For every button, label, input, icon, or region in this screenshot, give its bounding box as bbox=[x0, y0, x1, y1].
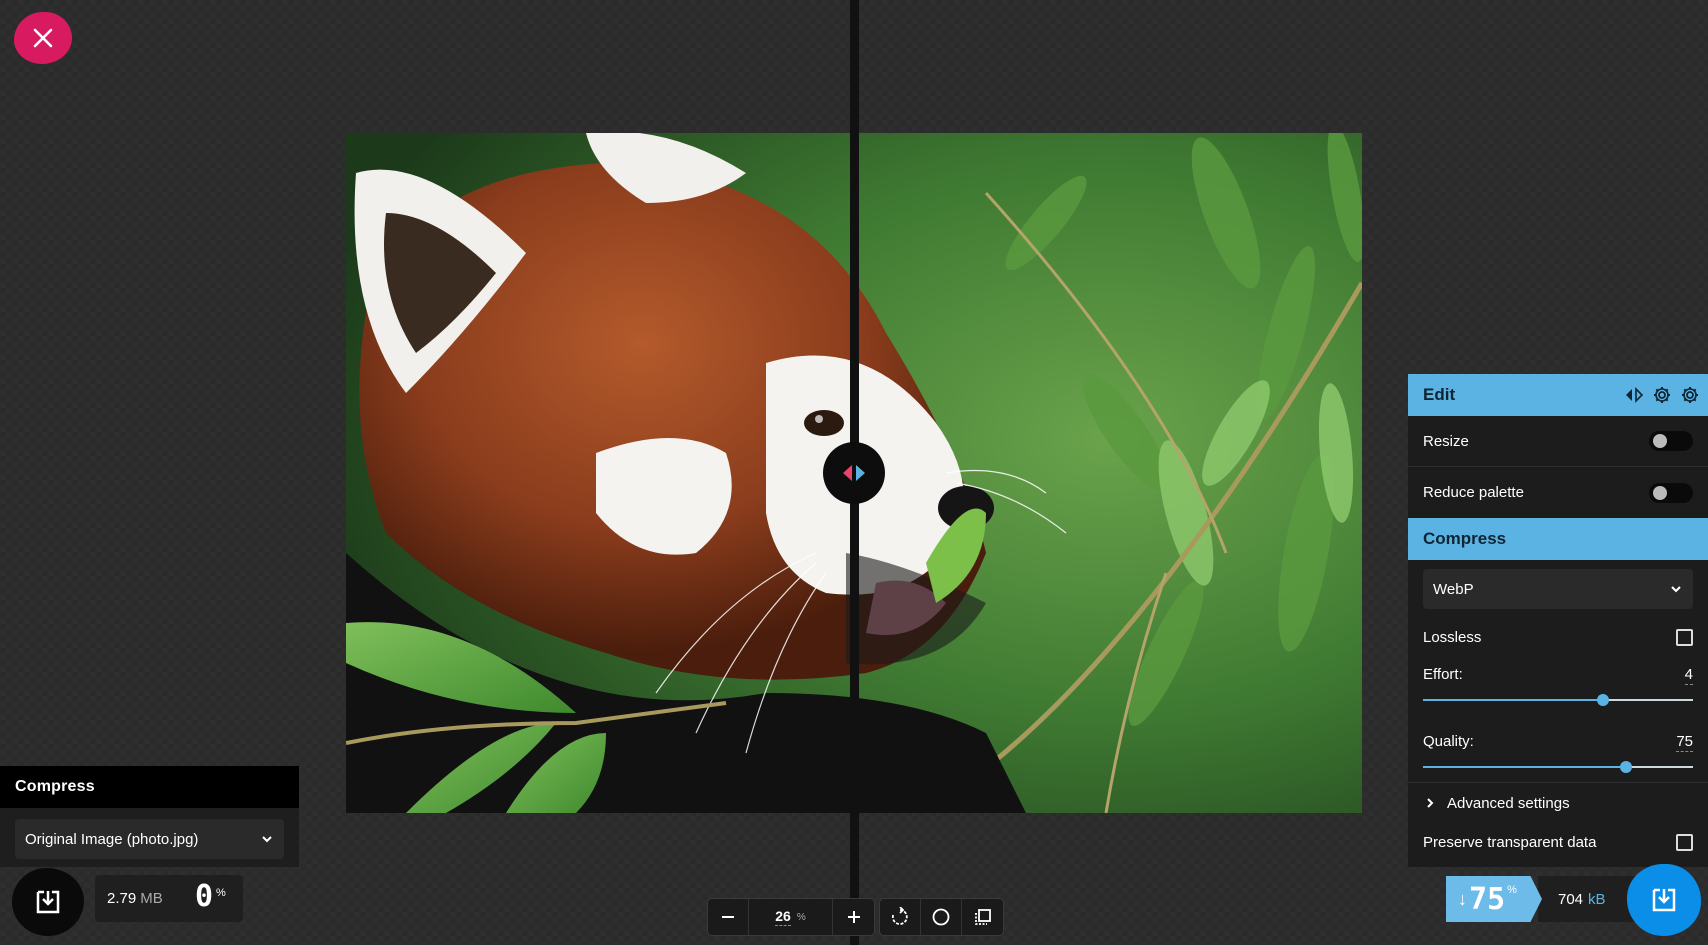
quality-slider-fill bbox=[1423, 766, 1626, 768]
compare-arrows-icon[interactable] bbox=[1624, 385, 1644, 405]
zoom-in-button[interactable] bbox=[833, 899, 874, 935]
compare-handle[interactable] bbox=[823, 442, 885, 504]
zoom-level[interactable]: 26 % bbox=[749, 899, 833, 935]
resize-row: Resize bbox=[1408, 416, 1708, 467]
close-icon bbox=[33, 28, 53, 48]
original-size-unit: MB bbox=[140, 890, 163, 907]
chevron-right-icon bbox=[1427, 798, 1434, 808]
effort-slider-thumb[interactable] bbox=[1597, 694, 1609, 706]
plus-icon bbox=[847, 911, 860, 923]
gear-icon[interactable] bbox=[1680, 385, 1700, 405]
rotate-icon bbox=[891, 907, 908, 925]
zoom-controls: 26 % bbox=[707, 898, 875, 936]
effort-value[interactable]: 4 bbox=[1684, 666, 1693, 685]
zoom-toolbar: 26 % bbox=[707, 898, 1004, 936]
zoom-value: 26 bbox=[775, 908, 791, 926]
compressed-size-value: 704 bbox=[1558, 890, 1584, 908]
advanced-settings-row[interactable]: Advanced settings bbox=[1408, 783, 1708, 823]
effort-slider-fill bbox=[1423, 699, 1603, 701]
zoom-unit: % bbox=[796, 911, 806, 923]
original-size-info: 2.79 MB 0 % bbox=[95, 875, 243, 922]
reduce-palette-label: Reduce palette bbox=[1423, 484, 1524, 501]
format-value: WebP bbox=[1433, 580, 1474, 598]
circle-icon bbox=[932, 908, 950, 926]
gear-icon[interactable] bbox=[1652, 385, 1672, 405]
quality-slider-block: Quality: 75 bbox=[1408, 721, 1708, 783]
savings-arrow: ↓ bbox=[1458, 888, 1467, 909]
download-original-button[interactable] bbox=[12, 868, 84, 936]
original-percent-symbol: % bbox=[216, 887, 226, 899]
download-compressed-button[interactable] bbox=[1627, 864, 1701, 936]
effort-label-row: Effort: 4 bbox=[1423, 666, 1693, 685]
compress-title: Compress bbox=[1423, 529, 1507, 548]
edit-header: Edit bbox=[1408, 374, 1708, 416]
chevron-down-icon bbox=[1671, 586, 1681, 593]
savings-badge: ↓ 75 % bbox=[1446, 876, 1542, 922]
savings-symbol: % bbox=[1507, 884, 1517, 896]
quality-slider[interactable] bbox=[1423, 761, 1693, 773]
format-select[interactable]: WebP bbox=[1423, 569, 1693, 609]
original-panel-title: Compress bbox=[0, 766, 299, 808]
chevron-down-icon bbox=[262, 836, 272, 843]
view-controls bbox=[879, 898, 1004, 936]
lossless-label: Lossless bbox=[1423, 628, 1482, 646]
quality-label-row: Quality: 75 bbox=[1423, 733, 1693, 752]
lossless-checkbox[interactable] bbox=[1676, 628, 1693, 646]
edit-header-icons bbox=[1624, 385, 1700, 405]
minus-icon bbox=[722, 916, 734, 918]
compressed-size-info: ↓ 75 % 704 kB bbox=[1446, 876, 1646, 922]
close-button[interactable] bbox=[14, 12, 72, 64]
original-format-select[interactable]: Original Image (photo.jpg) bbox=[15, 819, 284, 859]
compress-header: Compress bbox=[1408, 518, 1708, 560]
zoom-out-button[interactable] bbox=[708, 899, 749, 935]
resize-toggle[interactable] bbox=[1649, 431, 1693, 451]
quality-value[interactable]: 75 bbox=[1676, 733, 1693, 752]
effort-label: Effort: bbox=[1423, 666, 1463, 683]
preserve-transparent-checkbox[interactable] bbox=[1676, 833, 1693, 851]
compare-arrows-icon bbox=[843, 465, 865, 481]
original-format-value: Original Image (photo.jpg) bbox=[25, 830, 199, 848]
reduce-palette-row: Reduce palette bbox=[1408, 467, 1708, 518]
lossless-row: Lossless bbox=[1408, 618, 1708, 656]
original-percent-value: 0 bbox=[195, 879, 214, 914]
compressed-size-unit: kB bbox=[1588, 890, 1606, 908]
edit-title: Edit bbox=[1423, 385, 1456, 404]
reduce-palette-toggle[interactable] bbox=[1649, 482, 1693, 503]
quality-label: Quality: bbox=[1423, 733, 1474, 750]
background-toggle-button[interactable] bbox=[921, 899, 962, 935]
resize-label: Resize bbox=[1423, 432, 1469, 450]
crop-button[interactable] bbox=[962, 899, 1003, 935]
preserve-transparent-label: Preserve transparent data bbox=[1423, 833, 1597, 851]
effort-slider-block: Effort: 4 bbox=[1408, 656, 1708, 721]
savings-value: 75 bbox=[1469, 881, 1506, 917]
rotate-button[interactable] bbox=[880, 899, 921, 935]
preserve-transparent-row: Preserve transparent data bbox=[1408, 823, 1708, 861]
original-panel: Compress Original Image (photo.jpg) bbox=[0, 766, 299, 867]
crop-icon bbox=[974, 909, 991, 925]
quality-slider-thumb[interactable] bbox=[1619, 761, 1632, 773]
effort-slider[interactable] bbox=[1423, 694, 1693, 706]
advanced-settings-label: Advanced settings bbox=[1447, 794, 1570, 812]
original-size-value: 2.79 bbox=[107, 890, 137, 907]
settings-panel: Edit Resize Reduce palette Compress WebP… bbox=[1408, 374, 1708, 867]
download-icon bbox=[1652, 888, 1676, 912]
download-icon bbox=[36, 890, 60, 914]
